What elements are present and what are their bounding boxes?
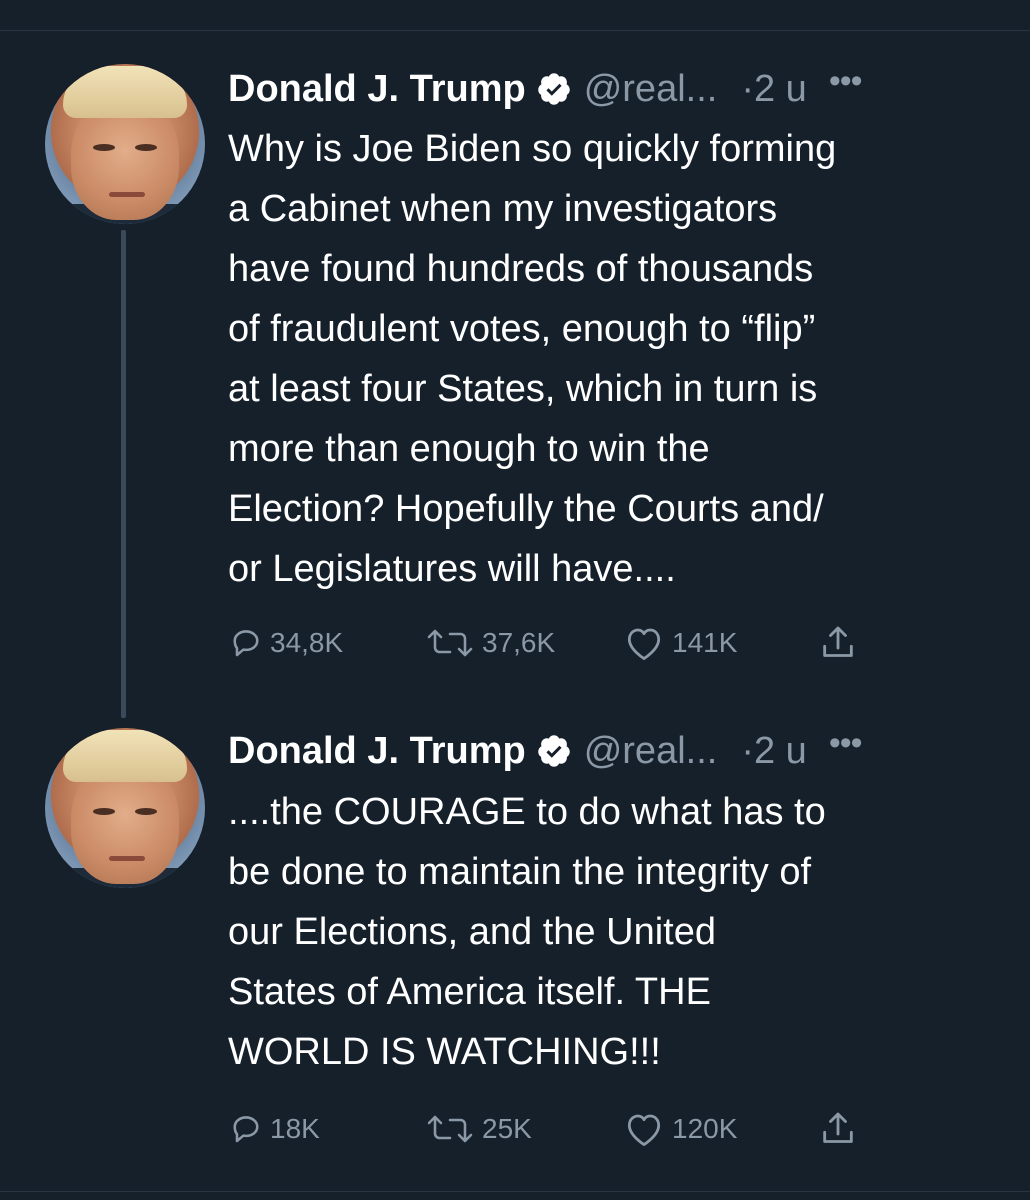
- avatar[interactable]: [45, 728, 205, 888]
- reply-icon: [233, 630, 259, 657]
- author-name[interactable]: Donald J. Trump: [228, 68, 526, 111]
- like-button[interactable]: 141K: [622, 618, 737, 668]
- more-icon[interactable]: •••: [829, 724, 863, 763]
- like-button[interactable]: 120K: [622, 1104, 737, 1154]
- tweet-2[interactable]: Donald J. Trump @real... ·2 u ••• ....th…: [0, 720, 1030, 1190]
- tweet-text-line: or Legislatures will have....: [228, 548, 676, 590]
- tweet-text-line: more than enough to win the: [228, 428, 710, 470]
- tweet-text-line: our Elections, and the United: [228, 911, 716, 953]
- reply-button[interactable]: 18K: [228, 1104, 320, 1154]
- retweet-count: 25K: [482, 1113, 532, 1144]
- tweet-text-line: Why is Joe Biden so quickly forming: [228, 128, 837, 170]
- tweet-text-line: Election? Hopefully the Courts and/: [228, 488, 824, 530]
- tweet-header: Donald J. Trump @real... ·2 u •••: [228, 724, 863, 776]
- tweet-1[interactable]: Donald J. Trump @real... ·2 u ••• Why is…: [0, 0, 1030, 720]
- tweet-time[interactable]: ·2 u: [741, 730, 806, 773]
- retweet-button[interactable]: 37,6K: [424, 618, 555, 668]
- tweet-text-line: at least four States, which in turn is: [228, 368, 818, 410]
- like-icon: [627, 628, 661, 660]
- bottom-divider: [0, 1191, 1030, 1200]
- share-button[interactable]: [818, 618, 858, 668]
- verified-badge-icon: [537, 73, 570, 105]
- tweet-text: Why is Joe Biden so quickly forming a Ca…: [228, 119, 1008, 599]
- avatar[interactable]: [45, 64, 205, 224]
- like-count: 120K: [672, 1113, 738, 1144]
- tweet-text-line: States of America itself. THE: [228, 971, 711, 1013]
- reply-count: 18K: [270, 1113, 320, 1144]
- retweet-count: 37,6K: [482, 627, 556, 658]
- tweet-text-line: WORLD IS WATCHING!!!: [228, 1031, 661, 1073]
- author-handle[interactable]: @real...: [584, 730, 718, 773]
- share-icon: [823, 1112, 853, 1143]
- tweet-text-line: ....the COURAGE to do what has to: [228, 791, 826, 833]
- reply-button[interactable]: 34,8K: [228, 618, 343, 668]
- thread-line: [121, 230, 126, 718]
- verified-badge-icon: [537, 735, 570, 767]
- retweet-button[interactable]: 25K: [424, 1104, 532, 1154]
- author-handle[interactable]: @real...: [584, 68, 718, 111]
- reply-count: 34,8K: [270, 627, 344, 658]
- author-name[interactable]: Donald J. Trump: [228, 730, 526, 773]
- like-icon: [627, 1114, 661, 1146]
- tweet-time[interactable]: ·2 u: [741, 68, 806, 111]
- tweet-actions: 18K 25K 120K: [228, 1104, 888, 1154]
- tweet-actions: 34,8K 37,6K 141K: [228, 618, 888, 668]
- retweet-icon: [427, 1115, 473, 1143]
- share-button[interactable]: [818, 1104, 858, 1154]
- tweet-text-line: of fraudulent votes, enough to “flip”: [228, 308, 816, 350]
- tweet-text: ....the COURAGE to do what has to be don…: [228, 782, 1008, 1082]
- tweet-header: Donald J. Trump @real... ·2 u •••: [228, 62, 863, 114]
- tweet-text-line: be done to maintain the integrity of: [228, 851, 812, 893]
- retweet-icon: [427, 629, 473, 657]
- share-icon: [823, 626, 853, 657]
- like-count: 141K: [672, 627, 738, 658]
- more-icon[interactable]: •••: [829, 62, 863, 101]
- tweet-text-line: have found hundreds of thousands: [228, 248, 814, 290]
- tweet-text-line: a Cabinet when my investigators: [228, 188, 778, 230]
- reply-icon: [233, 1116, 259, 1143]
